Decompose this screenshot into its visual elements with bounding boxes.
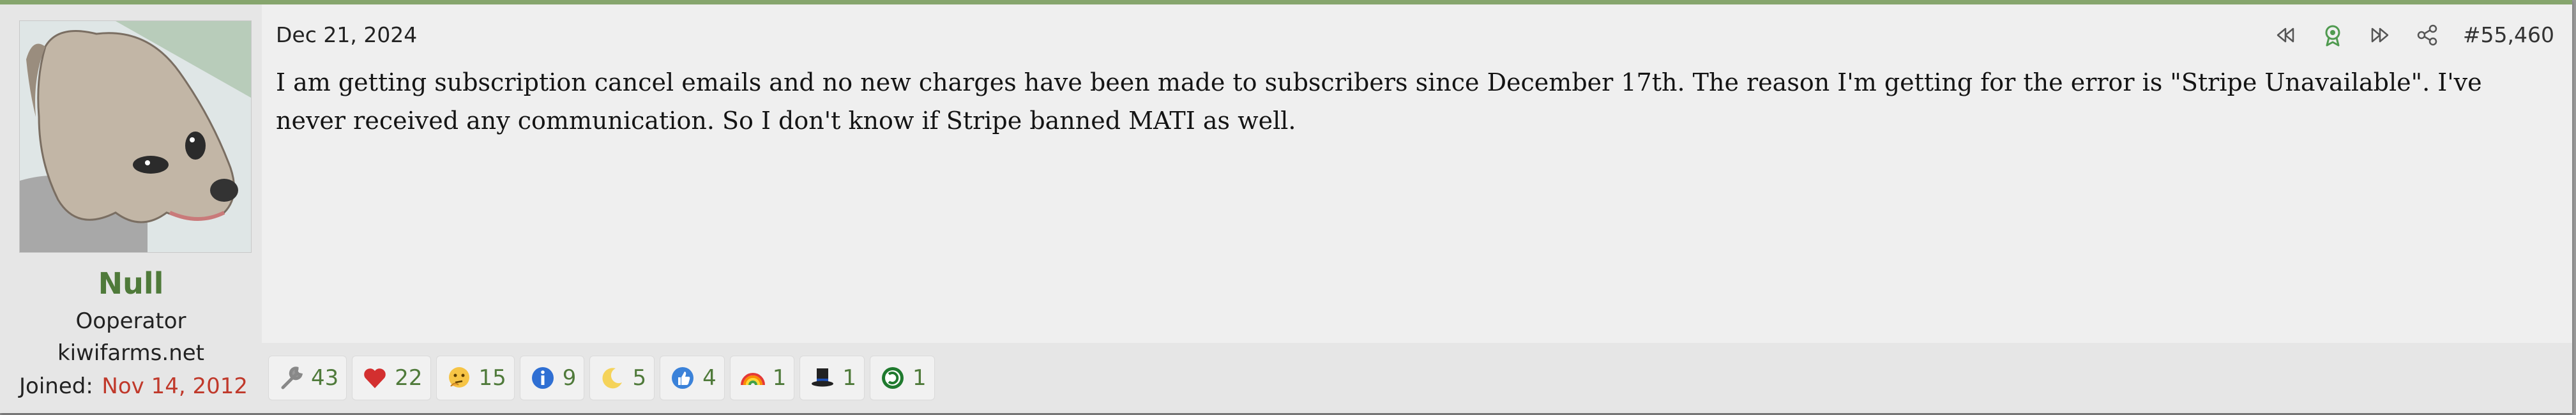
user-title: Ooperator (75, 308, 186, 334)
username[interactable]: Null (0, 266, 262, 301)
copyleft-icon (882, 367, 904, 389)
joined-label: Joined: (19, 374, 93, 399)
reaction-top-hat[interactable]: 1 (799, 356, 865, 400)
reaction-list: 43 22 15 9 5 4 1 1 1 (268, 356, 935, 400)
reaction-count: 43 (311, 365, 339, 391)
user-sidebar: Null Ooperator kiwifarms.net Joined: Nov… (0, 4, 262, 413)
joined-date: Nov 14, 2012 (102, 374, 248, 399)
ribbon-icon[interactable] (2321, 24, 2344, 47)
reaction-count: 1 (772, 365, 787, 391)
avatar[interactable] (19, 20, 252, 253)
reaction-count: 4 (702, 365, 716, 391)
reaction-thinking[interactable]: 15 (436, 356, 515, 400)
moon-icon (602, 368, 623, 389)
reaction-count: 15 (478, 365, 506, 391)
reaction-thumbs-up[interactable]: 4 (660, 356, 725, 400)
post-body: I am getting subscription cancel emails … (276, 68, 2482, 135)
reaction-count: 1 (842, 365, 856, 391)
thinking-face-icon (448, 367, 469, 388)
share-icon[interactable] (2416, 24, 2439, 47)
post-date[interactable]: Dec 21, 2024 (276, 22, 417, 47)
heart-icon (364, 368, 386, 388)
reaction-count: 22 (395, 365, 423, 391)
dog-avatar-icon (20, 21, 251, 252)
post-actions: #55,460 (2274, 20, 2554, 49)
reaction-copyleft[interactable]: 1 (870, 356, 935, 400)
reaction-count: 1 (913, 365, 927, 391)
reaction-rainbow[interactable]: 1 (729, 356, 795, 400)
reaction-heart[interactable]: 22 (352, 356, 431, 400)
user-banner: kiwifarms.net (57, 340, 204, 366)
fast-forward-icon[interactable] (2368, 24, 2391, 47)
post-number[interactable]: #55,460 (2463, 22, 2554, 47)
reactions-bar: 43 22 15 9 5 4 1 1 1 (262, 343, 2572, 413)
forum-post: Null Ooperator kiwifarms.net Joined: Nov… (0, 0, 2572, 413)
reaction-count: 9 (562, 365, 577, 391)
reaction-moon[interactable]: 5 (589, 356, 655, 400)
reaction-info[interactable]: 9 (519, 356, 585, 400)
thumbs-up-icon (672, 367, 694, 389)
wrench-icon (281, 366, 303, 389)
rewind-icon[interactable] (2274, 24, 2297, 47)
reaction-wrench[interactable]: 43 (268, 356, 347, 400)
post-main: Dec 21, 2024 #55,460 I am getting subscr… (262, 4, 2572, 413)
info-icon (531, 367, 554, 389)
top-hat-icon (812, 368, 834, 387)
rainbow-icon (740, 373, 765, 386)
reaction-count: 5 (632, 365, 647, 391)
